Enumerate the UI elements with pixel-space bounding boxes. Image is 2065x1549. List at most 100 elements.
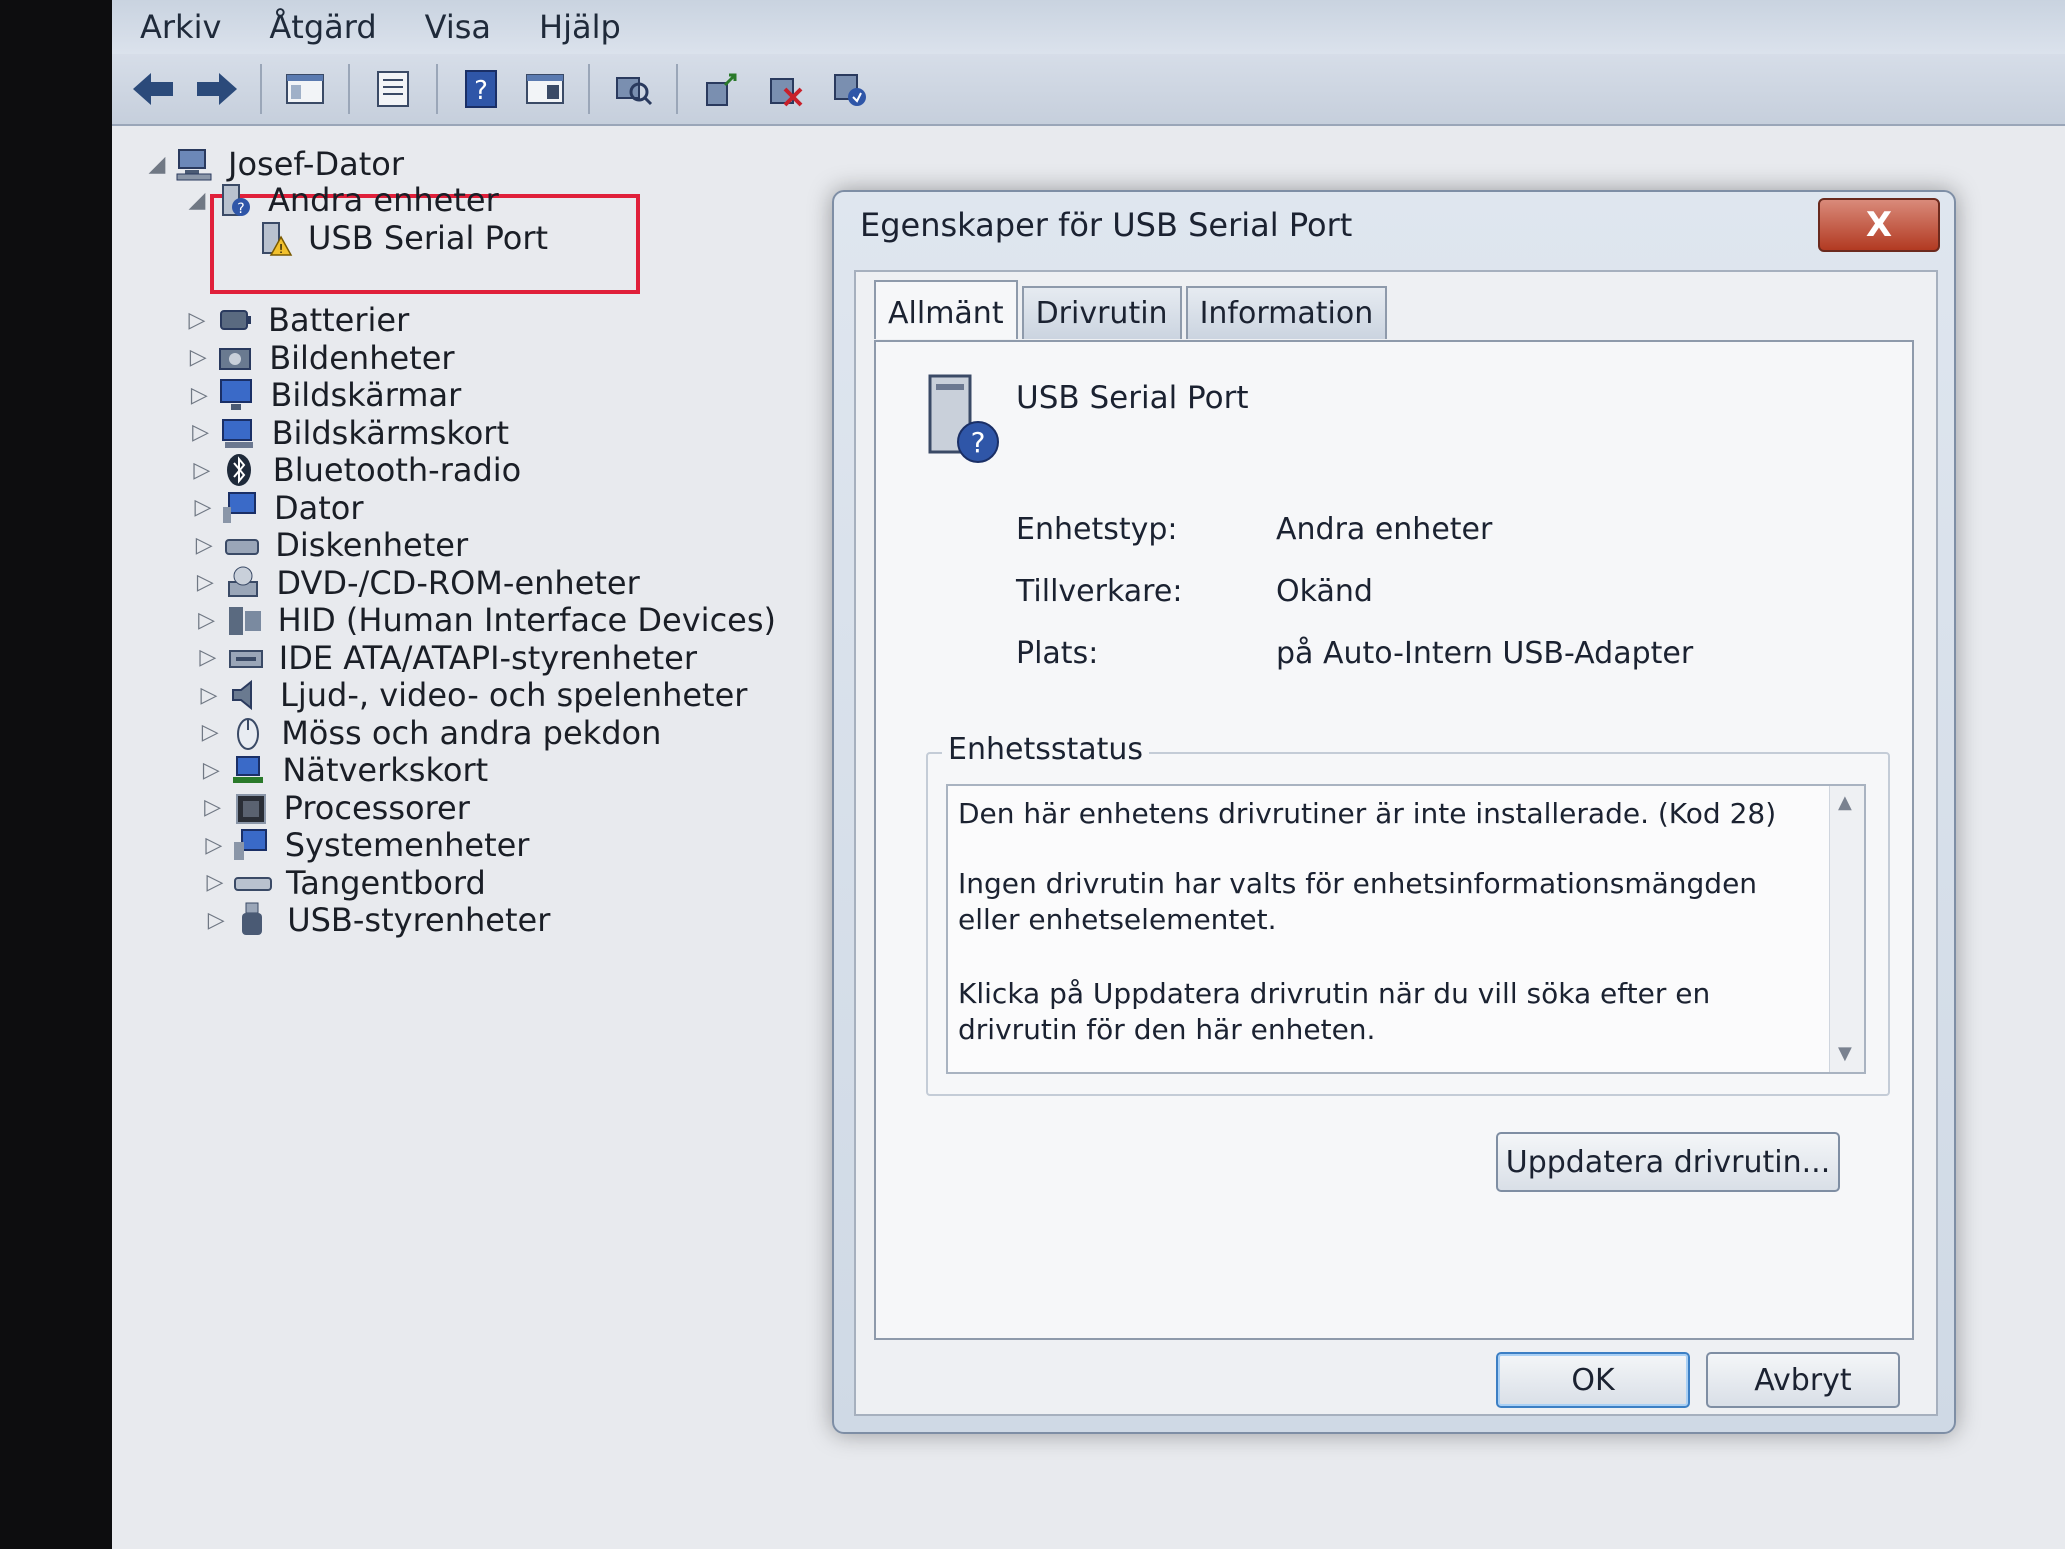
prop-value-tillverkare: Okänd [1276, 574, 1373, 609]
tree-category[interactable]: ▷ USB-styrenheter [201, 900, 551, 940]
dialog-title: Egenskaper för USB Serial Port [860, 206, 1353, 244]
dialog-body: Allmänt Drivrutin Information ? USB Seri… [854, 270, 1938, 1416]
tree-category-label: HID (Human Interface Devices) [277, 601, 776, 639]
tree-item-usb-serial-port[interactable]: ! USB Serial Port [252, 218, 548, 258]
speaker-icon [224, 675, 270, 715]
device-status-title: Enhetsstatus [942, 732, 1150, 767]
expand-arrow-icon[interactable]: ▷ [183, 345, 213, 370]
tree-category[interactable]: ▷ IDE ATA/ATAPI-styrenheter [193, 638, 697, 678]
disable-device-icon[interactable] [758, 62, 812, 116]
computer-icon [172, 144, 218, 184]
tab-allmant[interactable]: Allmänt [874, 280, 1018, 339]
tree-item-andra-enheter[interactable]: ◢ ? Andra enheter [182, 180, 499, 220]
forward-arrow-icon[interactable] [190, 62, 244, 116]
tree-category-label: Nätverkskort [282, 751, 489, 789]
expand-arrow-icon[interactable]: ▷ [184, 383, 214, 408]
menu-arkiv[interactable]: Arkiv [140, 8, 221, 46]
toolbar-separator [260, 64, 262, 114]
dvd-drive-icon [220, 563, 266, 603]
tree-category[interactable]: ▷ Processorer [198, 788, 470, 828]
status-line: Ingen drivrutin har valts för enhetsinfo… [958, 867, 1758, 936]
tree-category[interactable]: ▷ Möss och andra pekdon [195, 713, 662, 753]
tree-category[interactable]: ▷ Systemenheter [199, 825, 530, 865]
scan-hardware-icon[interactable] [606, 62, 660, 116]
unknown-device-icon: ? [916, 370, 1006, 470]
tree-category[interactable]: ▷ HID (Human Interface Devices) [192, 600, 776, 640]
expand-arrow-icon[interactable]: ▷ [198, 795, 228, 820]
close-button[interactable]: X [1818, 198, 1940, 252]
expand-arrow-icon[interactable]: ▷ [201, 908, 231, 933]
menu-visa[interactable]: Visa [425, 8, 491, 46]
status-line: Klicka på Uppdatera drivrutin när du vil… [958, 977, 1711, 1046]
properties-icon[interactable] [366, 62, 420, 116]
scroll-down-icon[interactable]: ▼ [1838, 1043, 1852, 1064]
expand-arrow-icon[interactable]: ▷ [193, 645, 223, 670]
update-driver-button[interactable]: Uppdatera drivrutin... [1496, 1132, 1840, 1192]
tree-category[interactable]: ▷ Bildenheter [183, 338, 455, 378]
svg-text:!: ! [279, 242, 284, 256]
menu-bar: Arkiv Åtgärd Visa Hjälp [112, 0, 2065, 54]
status-scrollbar[interactable]: ▲ ▼ [1829, 786, 1864, 1072]
expand-arrow-icon[interactable]: ▷ [195, 720, 225, 745]
back-arrow-icon[interactable] [126, 62, 180, 116]
keyboard-icon [230, 863, 276, 903]
expand-arrow-icon[interactable]: ▷ [188, 495, 218, 520]
hid-icon [222, 600, 268, 640]
help-icon[interactable]: ? [454, 62, 508, 116]
uninstall-device-icon[interactable] [822, 62, 876, 116]
expand-arrow-icon[interactable]: ▷ [189, 533, 219, 558]
tree-category-label: Möss och andra pekdon [281, 713, 662, 752]
tree-root[interactable]: ◢ Josef-Dator [142, 144, 404, 184]
tree-category[interactable]: ▷ Bildskärmar [184, 375, 461, 415]
expand-arrow-icon[interactable]: ▷ [192, 608, 222, 633]
menu-hjalp[interactable]: Hjälp [539, 8, 621, 46]
tree-category-label: Dator [274, 488, 364, 527]
device-status-textbox[interactable]: Den här enhetens drivrutiner är inte ins… [946, 784, 1866, 1074]
collapse-arrow-icon[interactable]: ◢ [142, 152, 172, 177]
svg-text:?: ? [474, 76, 488, 106]
console-tree-icon[interactable] [278, 62, 332, 116]
expand-arrow-icon[interactable]: ▷ [187, 458, 217, 483]
tab-drivrutin[interactable]: Drivrutin [1021, 286, 1182, 339]
mouse-icon [225, 713, 271, 753]
collapse-arrow-icon[interactable]: ◢ [182, 188, 212, 213]
tree-category[interactable]: ▷ DVD-/CD-ROM-enheter [190, 563, 640, 603]
view-icon[interactable] [518, 62, 572, 116]
expand-arrow-icon[interactable]: ▷ [200, 870, 230, 895]
expand-arrow-icon[interactable]: ▷ [186, 420, 216, 445]
tree-category-label: Systemenheter [284, 826, 530, 864]
tree-category-label: Ljud-, video- och spelenheter [280, 676, 748, 714]
status-line: Den här enhetens drivrutiner är inte ins… [958, 797, 1777, 830]
expand-arrow-icon[interactable]: ▷ [196, 758, 226, 783]
tree-category[interactable]: ▷ Ljud-, video- och spelenheter [194, 675, 748, 715]
expand-arrow-icon[interactable]: ▷ [199, 833, 229, 858]
tree-item-label: USB Serial Port [308, 219, 549, 257]
tree-category[interactable]: ▷ Nätverkskort [196, 750, 488, 790]
ok-button[interactable]: OK [1496, 1352, 1690, 1408]
tab-panel-general: ? USB Serial Port Enhetstyp: Andra enhet… [874, 340, 1914, 1340]
prop-label-enhetstyp: Enhetstyp: [1016, 512, 1178, 547]
expand-arrow-icon[interactable]: ▷ [190, 570, 220, 595]
toolbar-separator [676, 64, 678, 114]
device-manager-window: Arkiv Åtgärd Visa Hjälp ? ◢ Josef-Dator … [112, 0, 2065, 1549]
tree-category[interactable]: ▷ Bildskärmskort [186, 413, 509, 453]
system-device-icon [229, 825, 275, 865]
usb-icon [231, 900, 277, 940]
tab-information[interactable]: Information [1185, 286, 1388, 339]
tree-category[interactable]: ▷ Tangentbord [200, 863, 486, 903]
tree-category[interactable]: ▷ Diskenheter [189, 525, 468, 565]
toolbar-separator [588, 64, 590, 114]
expand-arrow-icon[interactable]: ▷ [194, 683, 224, 708]
tree-category[interactable]: ▷ Dator [188, 488, 364, 528]
update-driver-icon[interactable] [694, 62, 748, 116]
prop-label-tillverkare: Tillverkare: [1016, 574, 1183, 609]
expand-arrow-icon[interactable]: ▷ [182, 308, 212, 333]
scroll-up-icon[interactable]: ▲ [1838, 792, 1852, 813]
tree-category[interactable]: ▷ Batterier [182, 300, 410, 340]
svg-text:?: ? [971, 426, 986, 459]
cancel-button[interactable]: Avbryt [1706, 1352, 1900, 1408]
tree-category-label: IDE ATA/ATAPI-styrenheter [278, 638, 697, 677]
toolbar-separator [348, 64, 350, 114]
menu-atgard[interactable]: Åtgärd [269, 8, 376, 46]
tree-category[interactable]: ▷ Bluetooth-radio [187, 450, 521, 490]
